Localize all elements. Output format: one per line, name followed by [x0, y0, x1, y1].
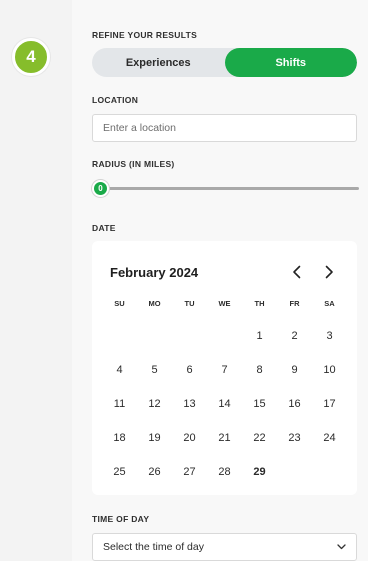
calendar-blank-cell — [102, 325, 137, 347]
calendar-day-18[interactable]: 18 — [102, 427, 137, 449]
weekday-su: SU — [114, 299, 125, 308]
filter-panel: REFINE YOUR RESULTS Experiences Shifts L… — [72, 0, 368, 561]
calendar-day-21[interactable]: 21 — [207, 427, 242, 449]
location-label: LOCATION — [92, 95, 139, 105]
calendar-day-25[interactable]: 25 — [102, 461, 137, 483]
calendar-day-27[interactable]: 27 — [172, 461, 207, 483]
calendar-blank-cell — [207, 325, 242, 347]
calendar-day-12[interactable]: 12 — [137, 393, 172, 415]
calendar-day-16[interactable]: 16 — [277, 393, 312, 415]
calendar-day-grid: 1 2 3 4 5 6 7 8 9 10 11 12 13 14 15 16 17 18 19 20 21 22 23 24 2… — [102, 325, 347, 495]
chevron-left-icon[interactable] — [286, 261, 306, 283]
experience-shift-toggle: Experiences Shifts — [92, 48, 357, 77]
weekday-mo: MO — [148, 299, 161, 308]
calendar-day-14[interactable]: 14 — [207, 393, 242, 415]
calendar-day-24[interactable]: 24 — [312, 427, 347, 449]
calendar-day-17[interactable]: 17 — [312, 393, 347, 415]
calendar-day-15[interactable]: 15 — [242, 393, 277, 415]
calendar-day-1[interactable]: 1 — [242, 325, 277, 347]
time-of-day-value: Select the time of day — [103, 541, 204, 553]
weekday-th: TH — [254, 299, 265, 308]
time-of-day-select[interactable]: Select the time of day — [92, 533, 357, 561]
calendar-day-22[interactable]: 22 — [242, 427, 277, 449]
radius-slider-track[interactable] — [100, 187, 359, 190]
calendar-weekday-row: SU MO TU WE TH FR SA — [102, 299, 347, 308]
weekday-sa: SA — [324, 299, 335, 308]
calendar-month-title: February 2024 — [110, 265, 199, 280]
left-gutter: 4 — [0, 0, 72, 561]
weekday-we: WE — [218, 299, 231, 308]
calendar-day-23[interactable]: 23 — [277, 427, 312, 449]
chevron-right-icon[interactable] — [319, 261, 339, 283]
calendar-day-4[interactable]: 4 — [102, 359, 137, 381]
calendar-day-29[interactable]: 29 — [242, 461, 277, 483]
calendar-blank-cell — [137, 325, 172, 347]
toggle-experiences[interactable]: Experiences — [92, 48, 225, 77]
calendar-day-19[interactable]: 19 — [137, 427, 172, 449]
calendar-day-8[interactable]: 8 — [242, 359, 277, 381]
toggle-shifts[interactable]: Shifts — [224, 48, 357, 77]
step-badge: 4 — [12, 38, 50, 76]
calendar-day-9[interactable]: 9 — [277, 359, 312, 381]
date-calendar: February 2024 SU MO TU WE TH FR SA 1 2 3 4 5 6 7 8 9 10… — [92, 241, 357, 495]
calendar-day-11[interactable]: 11 — [102, 393, 137, 415]
calendar-day-28[interactable]: 28 — [207, 461, 242, 483]
time-of-day-label: TIME OF DAY — [92, 514, 150, 524]
calendar-day-13[interactable]: 13 — [172, 393, 207, 415]
location-input[interactable] — [92, 114, 357, 142]
calendar-day-20[interactable]: 20 — [172, 427, 207, 449]
date-label: DATE — [92, 223, 116, 233]
weekday-fr: FR — [289, 299, 300, 308]
weekday-tu: TU — [184, 299, 195, 308]
calendar-day-26[interactable]: 26 — [137, 461, 172, 483]
calendar-day-10[interactable]: 10 — [312, 359, 347, 381]
calendar-day-3[interactable]: 3 — [312, 325, 347, 347]
calendar-day-2[interactable]: 2 — [277, 325, 312, 347]
calendar-day-7[interactable]: 7 — [207, 359, 242, 381]
calendar-day-5[interactable]: 5 — [137, 359, 172, 381]
refine-heading: REFINE YOUR RESULTS — [92, 30, 198, 40]
radius-label: RADIUS (IN MILES) — [92, 159, 175, 169]
chevron-down-icon — [337, 544, 346, 550]
calendar-blank-cell — [172, 325, 207, 347]
calendar-day-6[interactable]: 6 — [172, 359, 207, 381]
radius-slider-thumb[interactable]: 0 — [92, 180, 109, 197]
